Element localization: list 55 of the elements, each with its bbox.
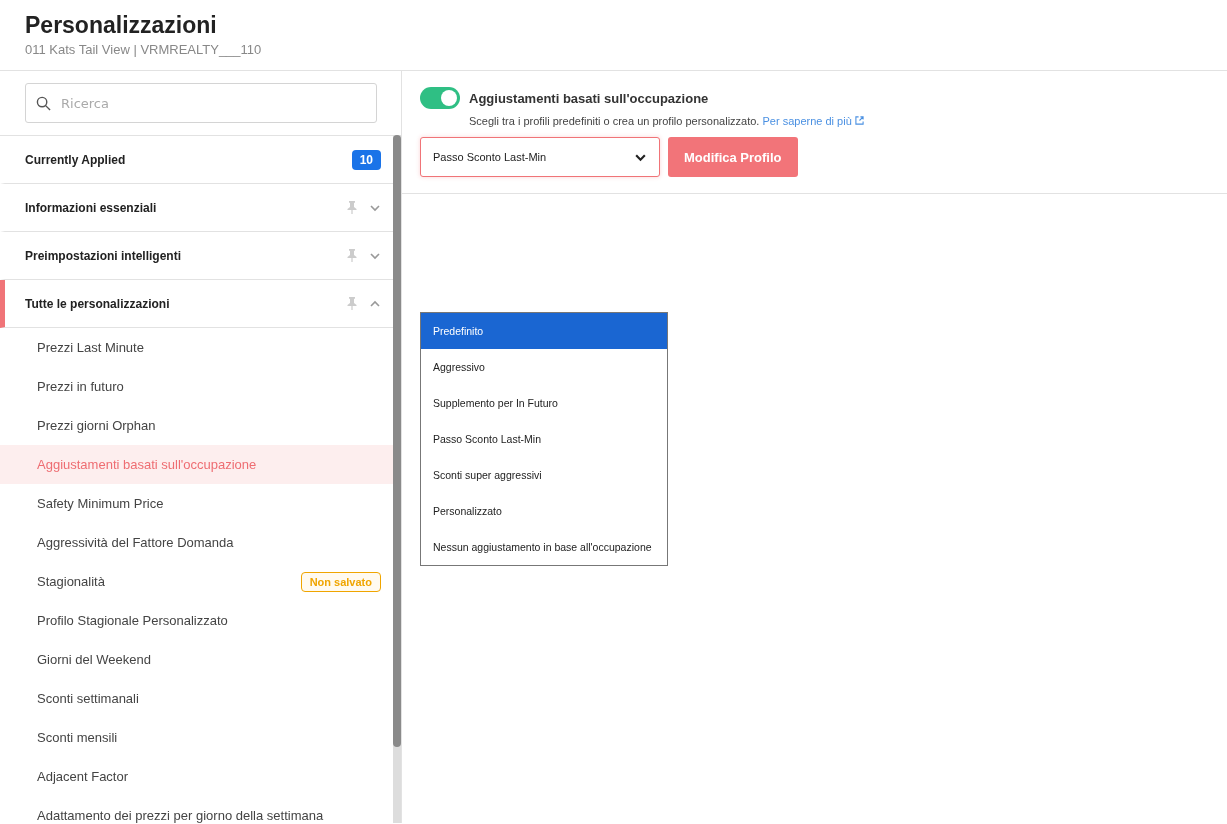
- pin-icon[interactable]: [347, 201, 357, 214]
- sidebar-item[interactable]: Sconti settimanali: [0, 679, 393, 718]
- pin-icon[interactable]: [347, 297, 357, 310]
- item-label: Sconti mensili: [37, 730, 119, 745]
- description-text: Scegli tra i profili predefiniti o crea un profilo personalizzato. Per saperne di più: [420, 115, 1209, 127]
- item-label: Stagionalità: [37, 574, 106, 589]
- dropdown-option[interactable]: Supplemento per In Futuro: [421, 385, 667, 421]
- item-label: Giorni del Weekend: [37, 652, 152, 667]
- item-label: Prezzi Last Minute: [37, 340, 145, 355]
- sidebar-item[interactable]: Profilo Stagionale Personalizzato: [0, 601, 393, 640]
- dropdown-option[interactable]: Passo Sconto Last-Min: [421, 421, 667, 457]
- dropdown-option[interactable]: Sconti super aggressivi: [421, 457, 667, 493]
- external-link-icon: [854, 116, 864, 125]
- toggle-switch[interactable]: [420, 87, 460, 109]
- sidebar-item[interactable]: Sconti mensili: [0, 718, 393, 757]
- item-label: Adattamento dei prezzi per giorno della settimana: [37, 808, 325, 823]
- item-label: Aggressività del Fattore Domanda: [37, 535, 235, 550]
- item-label: Prezzi in futuro: [37, 379, 125, 394]
- sidebar-item[interactable]: Prezzi in futuro: [0, 367, 393, 406]
- item-label: Safety Minimum Price: [37, 496, 165, 511]
- status-badge: Non salvato: [300, 571, 381, 592]
- search-field[interactable]: Ricerca: [59, 94, 366, 112]
- item-label: Sconti settimanali: [37, 691, 140, 706]
- sidebar-item[interactable]: Aggressività del Fattore Domanda: [0, 523, 393, 562]
- toggle-label: Aggiustamenti basati sull'occupazione: [469, 90, 709, 106]
- sidebar-item[interactable]: Giorni del Weekend: [0, 640, 393, 679]
- search-icon: [36, 95, 51, 111]
- count-badge: 10: [351, 149, 381, 170]
- item-label: Aggiustamenti basati sull'occupazione: [37, 457, 258, 472]
- dropdown-option[interactable]: Personalizzato: [421, 493, 667, 529]
- dropdown-option[interactable]: Predefinito: [421, 313, 667, 349]
- section-label: Tutte le personalizzazioni: [25, 296, 171, 311]
- property-subtitle: 011 Kats Tail View | VRMREALTY___110: [25, 42, 263, 57]
- sidebar-section[interactable]: Currently Applied 10: [0, 136, 393, 184]
- sidebar-section[interactable]: Informazioni essenziali: [0, 184, 393, 232]
- page-title: Personalizzazioni: [25, 11, 218, 40]
- pin-icon[interactable]: [347, 249, 357, 262]
- sidebar-item[interactable]: Adattamento dei prezzi per giorno della settimana: [0, 796, 393, 823]
- section-label: Informazioni essenziali: [25, 200, 158, 215]
- section-label: Currently Applied: [25, 152, 127, 167]
- dropdown-option[interactable]: Aggressivo: [421, 349, 667, 385]
- profile-select[interactable]: Passo Sconto Last-Min: [420, 137, 660, 177]
- section-label: Preimpostazioni intelligenti: [25, 248, 183, 263]
- item-label: Prezzi giorni Orphan: [37, 418, 157, 433]
- sidebar-item[interactable]: Adjacent Factor: [0, 757, 393, 796]
- search-box[interactable]: Ricerca: [25, 83, 377, 123]
- scrollbar[interactable]: [393, 135, 401, 823]
- dropdown-option[interactable]: Nessun aggiustamento in base all'occupazione: [421, 529, 667, 565]
- item-label: Profilo Stagionale Personalizzato: [37, 613, 229, 628]
- sidebar-item[interactable]: Stagionalità Non salvato: [0, 562, 393, 601]
- item-label: Adjacent Factor: [37, 769, 130, 784]
- sidebar-item[interactable]: Prezzi giorni Orphan: [0, 406, 393, 445]
- sidebar-item[interactable]: Safety Minimum Price: [0, 484, 393, 523]
- sidebar-item[interactable]: Prezzi Last Minute: [0, 328, 393, 367]
- sidebar-section[interactable]: Preimpostazioni intelligenti: [0, 232, 393, 280]
